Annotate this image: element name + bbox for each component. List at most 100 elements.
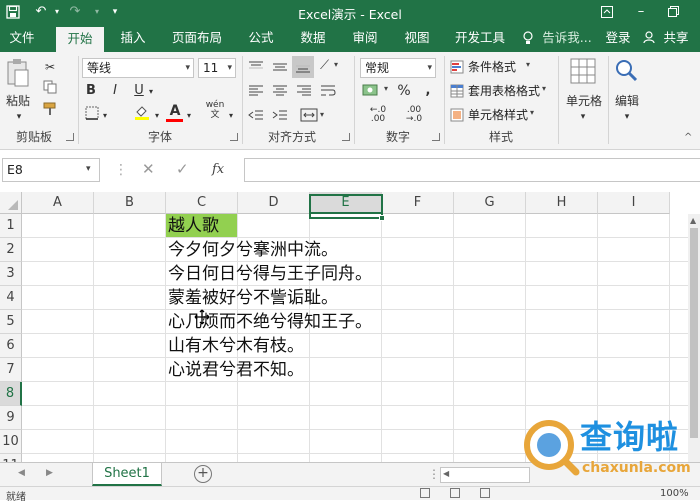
font-launcher-icon[interactable] (230, 133, 238, 141)
editing-dropdown-icon[interactable]: ▾ (622, 108, 632, 126)
row-header-4[interactable]: 4 (0, 286, 22, 310)
enter-icon[interactable]: ✓ (176, 160, 189, 178)
row-header-8[interactable]: 8 (0, 382, 22, 406)
format-painter-icon[interactable] (40, 102, 60, 121)
tab-page-layout[interactable]: 页面布局 (166, 24, 228, 52)
row-header-5[interactable]: 5 (0, 310, 22, 334)
borders-icon[interactable] (84, 106, 100, 125)
prev-sheet-icon[interactable]: ◀ (18, 468, 25, 478)
cancel-icon[interactable]: ✕ (142, 160, 155, 178)
paste-dropdown-icon[interactable]: ▾ (14, 108, 24, 126)
accounting-format-icon[interactable] (362, 82, 380, 101)
page-layout-view-icon[interactable] (450, 488, 460, 498)
bold-button[interactable]: B (84, 82, 98, 100)
restore-icon[interactable] (662, 2, 684, 22)
cell-c4[interactable]: 蒙羞被好兮不訾诟耻。 (168, 286, 338, 310)
add-sheet-icon[interactable]: + (194, 465, 212, 483)
orientation-dropdown-icon[interactable]: ▾ (334, 60, 338, 69)
insert-function-icon[interactable]: fx (212, 162, 224, 177)
underline-button[interactable]: U (132, 82, 146, 100)
align-center-icon[interactable] (272, 84, 288, 101)
conditional-format-icon[interactable] (450, 60, 464, 77)
tab-formulas[interactable]: 公式 (240, 24, 282, 52)
tell-me-search[interactable]: 告诉我... (538, 24, 596, 52)
accounting-dropdown-icon[interactable]: ▾ (384, 84, 388, 93)
cell-styles-button[interactable]: 单元格样式 (468, 105, 528, 125)
tab-insert[interactable]: 插入 (112, 24, 154, 52)
cut-icon[interactable]: ✂ (40, 58, 60, 76)
italic-button[interactable]: I (108, 82, 122, 100)
column-header-f[interactable]: F (382, 192, 454, 214)
underline-dropdown-icon[interactable]: ▾ (146, 83, 156, 101)
cell-styles-dropdown-icon[interactable]: ▾ (530, 108, 534, 117)
column-header-h[interactable]: H (526, 192, 598, 214)
column-header-d[interactable]: D (238, 192, 310, 214)
font-size-select[interactable]: 11 ▾ (198, 58, 236, 78)
ribbon-display-options-icon[interactable] (596, 2, 618, 22)
cell-c1[interactable]: 越人歌 (168, 214, 219, 238)
paste-icon[interactable] (6, 58, 30, 91)
increase-decimal-icon[interactable]: ←.0.00 (362, 106, 394, 124)
collapse-ribbon-icon[interactable]: ^ (684, 132, 692, 143)
share-button[interactable]: 共享 (658, 24, 694, 52)
number-format-select[interactable]: 常规 ▾ (360, 58, 436, 78)
font-name-select[interactable]: 等线 ▾ (82, 58, 194, 78)
row-header-11[interactable]: 11 (0, 454, 22, 462)
copy-icon[interactable] (40, 80, 60, 99)
align-left-icon[interactable] (248, 84, 264, 101)
orientation-icon[interactable]: ⟋ (320, 58, 329, 73)
cells-icon[interactable] (568, 56, 598, 86)
middle-align-icon[interactable] (272, 60, 288, 77)
wrap-text-icon[interactable] (320, 84, 336, 101)
select-all-corner[interactable] (0, 192, 22, 214)
formula-input[interactable] (244, 158, 700, 182)
column-header-a[interactable]: A (22, 192, 94, 214)
alignment-launcher-icon[interactable] (342, 133, 350, 141)
tab-file[interactable]: 文件 (0, 24, 44, 52)
conditional-format-dropdown-icon[interactable]: ▾ (526, 60, 530, 69)
row-header-10[interactable]: 10 (0, 430, 22, 454)
percent-style-button[interactable]: % (396, 82, 412, 100)
column-header-g[interactable]: G (454, 192, 526, 214)
row-header-2[interactable]: 2 (0, 238, 22, 262)
phonetic-dropdown-icon[interactable]: ▾ (226, 107, 236, 125)
fill-color-dropdown-icon[interactable]: ▾ (152, 107, 162, 125)
conditional-format-button[interactable]: 条件格式 (468, 57, 516, 77)
font-color-icon[interactable]: A (166, 102, 184, 120)
top-align-icon[interactable] (248, 60, 264, 77)
cell-styles-icon[interactable] (450, 108, 464, 125)
row-header-1[interactable]: 1 (0, 214, 22, 238)
clipboard-launcher-icon[interactable] (66, 133, 74, 141)
borders-dropdown-icon[interactable]: ▾ (100, 107, 110, 125)
scroll-up-icon[interactable]: ▲ (690, 216, 696, 225)
horizontal-scrollbar[interactable]: ◀ (440, 467, 530, 483)
active-cell-e8[interactable] (309, 194, 383, 219)
fill-color-icon[interactable] (132, 104, 152, 125)
normal-view-icon[interactable] (420, 488, 430, 498)
name-box-dropdown-icon[interactable]: ▾ (86, 164, 91, 174)
font-color-dropdown-icon[interactable]: ▾ (184, 107, 194, 125)
row-header-7[interactable]: 7 (0, 358, 22, 382)
cells-dropdown-icon[interactable]: ▾ (578, 108, 588, 126)
cell-c7[interactable]: 心说君兮君不知。 (168, 358, 304, 382)
format-as-table-icon[interactable] (450, 84, 464, 101)
cell-c3[interactable]: 今日何日兮得与王子同舟。 (168, 262, 372, 286)
align-right-icon[interactable] (296, 84, 312, 101)
next-sheet-icon[interactable]: ▶ (46, 468, 53, 478)
tab-home[interactable]: 开始 (56, 27, 104, 52)
column-header-c[interactable]: C (166, 192, 238, 214)
increase-indent-icon[interactable] (272, 108, 288, 125)
format-as-table-button[interactable]: 套用表格格式 (468, 81, 540, 101)
phonetic-guide-button[interactable]: wén 文 (204, 100, 226, 120)
scroll-thumb[interactable] (690, 228, 698, 438)
find-icon[interactable] (612, 56, 640, 86)
tab-developer[interactable]: 开发工具 (448, 24, 512, 52)
tab-review[interactable]: 审阅 (344, 24, 386, 52)
sheet-tab-sheet1[interactable]: Sheet1 (92, 463, 162, 486)
row-header-3[interactable]: 3 (0, 262, 22, 286)
minimize-icon[interactable]: – (630, 2, 652, 22)
number-launcher-icon[interactable] (432, 133, 440, 141)
decrease-decimal-icon[interactable]: .00 →.0 (398, 106, 430, 124)
tab-data[interactable]: 数据 (292, 24, 334, 52)
page-break-view-icon[interactable] (480, 488, 490, 498)
